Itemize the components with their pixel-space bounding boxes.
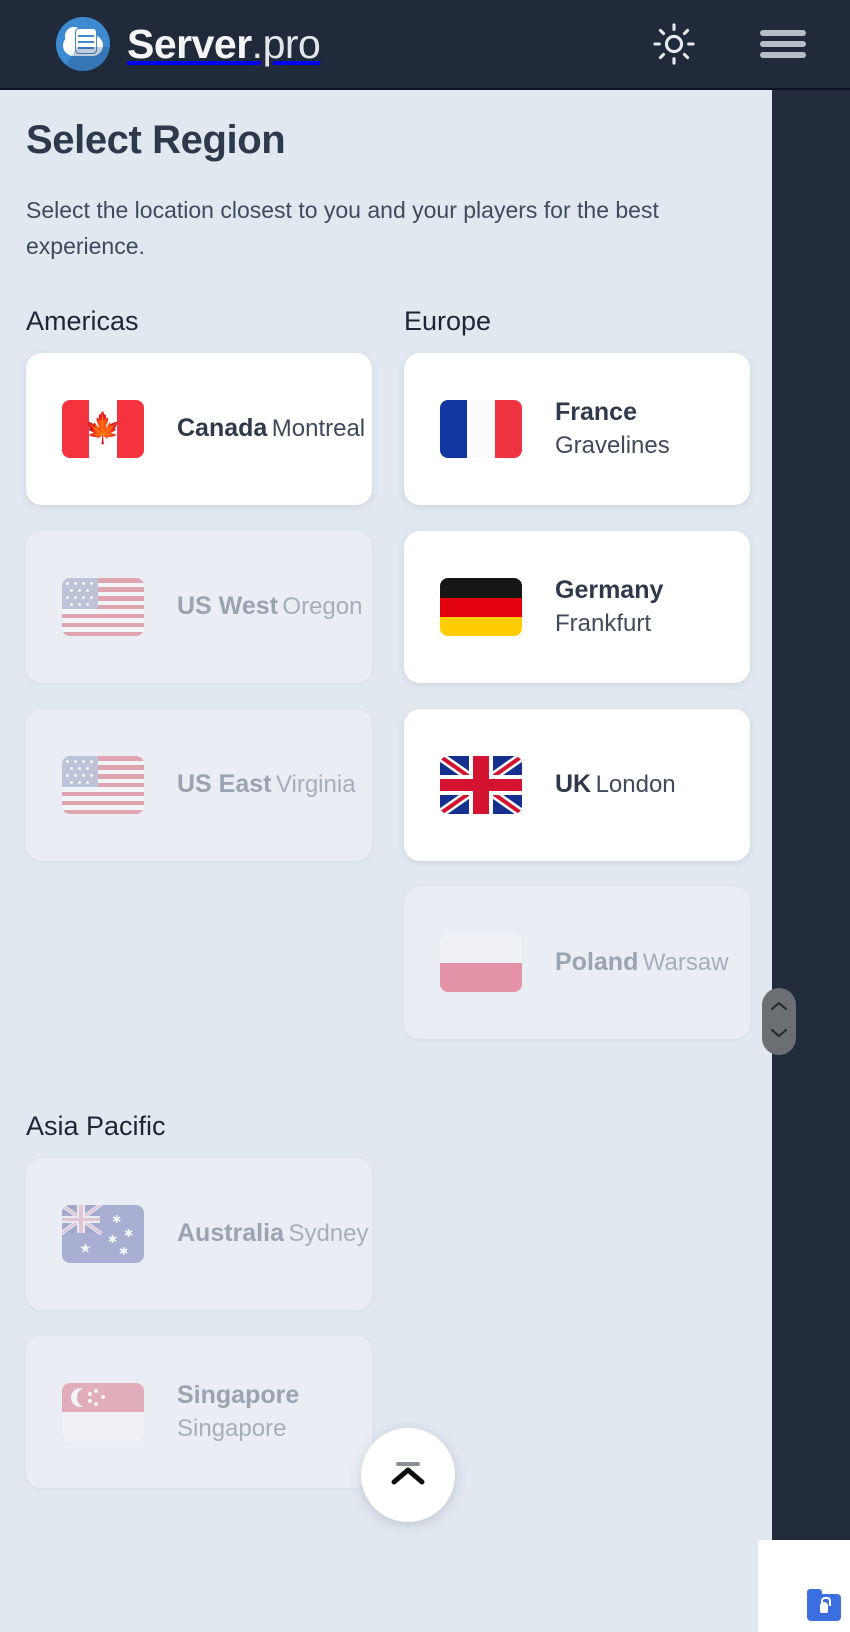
- region-name: Poland: [555, 948, 639, 977]
- region-card-poland: Poland Warsaw: [404, 887, 750, 1040]
- region-city: Singapore: [177, 1414, 287, 1442]
- brand-name-light: .pro: [251, 20, 321, 67]
- region-grid: Americas 🍁 Canada Montreal US West Orego…: [26, 306, 750, 1514]
- region-card-singapore: Singapore Singapore: [26, 1336, 372, 1489]
- region-name: US West: [177, 592, 278, 621]
- flag-poland-icon: [440, 934, 522, 993]
- region-name: Canada: [177, 414, 268, 443]
- region-city: Warsaw: [642, 949, 729, 977]
- region-name: Australia: [177, 1219, 284, 1248]
- chevron-up-icon[interactable]: [770, 999, 788, 1017]
- region-card-france[interactable]: France Gravelines: [404, 353, 750, 506]
- region-city: Sydney: [288, 1220, 369, 1248]
- flag-france-icon: [440, 400, 522, 459]
- flag-united-states-icon: [62, 578, 144, 637]
- page-subtitle: Select the location closest to you and y…: [26, 197, 659, 259]
- group-title-americas: Americas: [26, 306, 139, 337]
- group-title-asia-pacific: Asia Pacific: [26, 1111, 166, 1142]
- region-card-uk[interactable]: UK London: [404, 709, 750, 862]
- region-name: UK: [555, 770, 592, 799]
- region-city: Gravelines: [555, 431, 670, 459]
- region-city: Frankfurt: [555, 609, 652, 637]
- region-city: Oregon: [282, 593, 363, 621]
- corner-badge[interactable]: [758, 1540, 850, 1632]
- hamburger-menu-button[interactable]: [758, 24, 808, 64]
- region-city: Montreal: [271, 415, 366, 443]
- page-title: Select Region: [26, 118, 286, 162]
- region-card-germany[interactable]: Germany Frankfurt: [404, 531, 750, 684]
- group-title-europe: Europe: [404, 306, 492, 337]
- region-group-europe: Europe France Gravelines Germany Frankfu…: [404, 306, 750, 1065]
- brand-logo-link[interactable]: Server.pro: [56, 17, 321, 71]
- hamburger-icon: [758, 30, 808, 67]
- region-card-australia: ✱ ✱ ✱ ✱ ★ Australia Sydney: [26, 1158, 372, 1311]
- app-screen: Server.pro Select Region Select the loca…: [0, 0, 850, 1632]
- theme-toggle-button[interactable]: [652, 22, 696, 66]
- collapse-up-icon: [384, 1454, 432, 1497]
- region-city: Virginia: [275, 771, 356, 799]
- region-name: US East: [177, 770, 272, 799]
- flag-canada-icon: 🍁: [62, 400, 144, 459]
- chevron-down-icon[interactable]: [770, 1026, 788, 1044]
- flag-germany-icon: [440, 578, 522, 637]
- secure-folder-icon: [807, 1589, 841, 1621]
- sun-icon: [652, 23, 696, 69]
- region-card-canada[interactable]: 🍁 Canada Montreal: [26, 353, 372, 506]
- region-name: France: [555, 398, 637, 427]
- top-navigation-bar: Server.pro: [0, 0, 850, 90]
- flag-united-states-icon: [62, 756, 144, 815]
- region-group-americas: Americas 🍁 Canada Montreal US West Orego…: [26, 306, 372, 887]
- main-content-panel: Select Region Select the location closes…: [0, 90, 772, 1632]
- region-card-us-east: US East Virginia: [26, 709, 372, 862]
- region-group-asia-pacific: Asia Pacific ✱ ✱ ✱ ✱ ★ Australia Sydney …: [26, 1111, 372, 1514]
- top-bar-actions: [652, 22, 808, 66]
- region-name: Singapore: [177, 1381, 300, 1410]
- scroll-to-top-button[interactable]: [361, 1428, 455, 1522]
- region-card-us-west: US West Oregon: [26, 531, 372, 684]
- brand-wordmark: Server.pro: [127, 20, 321, 68]
- region-name: Germany: [555, 576, 664, 605]
- brand-name-bold: Server: [127, 20, 252, 67]
- server-pro-logo-icon: [56, 17, 110, 71]
- flag-australia-icon: ✱ ✱ ✱ ✱ ★: [62, 1205, 144, 1264]
- region-city: London: [595, 771, 676, 799]
- flag-united-kingdom-icon: [440, 756, 522, 815]
- scroll-stepper[interactable]: [762, 988, 796, 1055]
- flag-singapore-icon: [62, 1383, 144, 1442]
